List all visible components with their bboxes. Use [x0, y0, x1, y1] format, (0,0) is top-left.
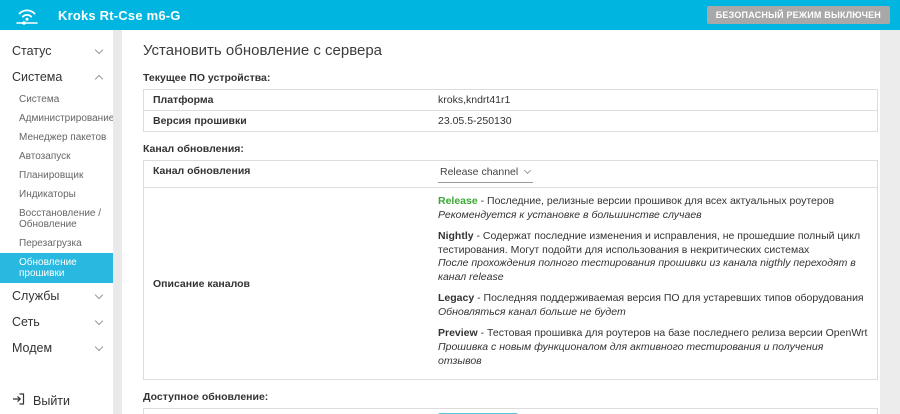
channel-desc-release: Release - Последние, релизные версии про… [438, 195, 868, 223]
channel-desc-legacy: Legacy - Последняя поддерживаемая версия… [438, 292, 868, 320]
channel-descriptions: Release - Последние, релизные версии про… [429, 188, 877, 379]
sidebar-section-status[interactable]: Статус [0, 38, 113, 64]
row-label: Платформа [144, 90, 429, 110]
channel-row-label: Канал обновления [144, 161, 429, 187]
sidebar-item-autostart[interactable]: Автозапуск [0, 147, 113, 166]
channel-name: Nightly [438, 230, 474, 242]
table-row-download: Загрузить ЗАГРУЗИТЬ [144, 409, 877, 414]
chevron-down-icon [95, 290, 103, 298]
channel-note: Рекомендуется к установке в большинстве … [438, 209, 702, 221]
sidebar-section-label: Система [12, 70, 62, 84]
channel-select-value: Release channel [440, 166, 518, 178]
section-label-update-channel: Канал обновления: [143, 143, 878, 155]
sidebar-section-modem[interactable]: Модем [0, 335, 113, 361]
sidebar-section-label: Службы [12, 289, 59, 303]
page-title: Установить обновление с сервера [143, 42, 878, 59]
sidebar-item-recovery-update[interactable]: Восстановление / Обновление [0, 204, 113, 234]
channel-name: Preview [438, 327, 478, 339]
kroks-antenna-logo-icon [12, 4, 42, 26]
logout-label: Выйти [33, 394, 70, 408]
chevron-down-icon [95, 45, 103, 53]
available-update-table: Загрузить ЗАГРУЗИТЬ [143, 408, 878, 414]
section-label-current-firmware: Текущее ПО устройства: [143, 72, 878, 84]
channel-name: Release [438, 195, 478, 207]
sidebar-item-administration[interactable]: Администрирование [0, 109, 113, 128]
chevron-up-icon [95, 74, 103, 82]
sidebar-section-label: Модем [12, 341, 52, 355]
row-value: kroks,kndrt41r1 [429, 90, 877, 110]
sidebar-section-label: Статус [12, 44, 52, 58]
row-value: 23.05.5-250130 [429, 111, 877, 131]
channel-note: Прошивка с новым функционалом для активн… [438, 341, 823, 367]
table-row: Платформаkroks,kndrt41r1 [144, 90, 877, 111]
sidebar-item-system[interactable]: Система [0, 90, 113, 109]
channel-select[interactable]: Release channel [438, 165, 533, 183]
sidebar-section-services[interactable]: Службы [0, 283, 113, 309]
table-row-channel-select: Канал обновления Release channel [144, 161, 877, 188]
sidebar-section-label: Сеть [12, 315, 40, 329]
row-label: Версия прошивки [144, 111, 429, 131]
logout-button[interactable]: Выйти [0, 387, 113, 414]
page-body: СтатусСистемаСистемаАдминистрированиеМен… [0, 30, 900, 414]
channel-desc-label: Описание каналов [144, 188, 429, 379]
sidebar-item-firmware-update[interactable]: Обновление прошивки [0, 253, 113, 283]
logout-icon [12, 393, 25, 408]
sidebar-item-package-manager[interactable]: Менеджер пакетов [0, 128, 113, 147]
channel-desc-preview: Preview - Тестовая прошивка для роутеров… [438, 327, 868, 369]
sidebar-section-system[interactable]: Система [0, 64, 113, 90]
page-gutter [880, 30, 900, 414]
table-row: Версия прошивки23.05.5-250130 [144, 111, 877, 131]
channel-select-cell: Release channel [429, 161, 877, 187]
current-firmware-table: Платформаkroks,kndrt41r1Версия прошивки2… [143, 89, 878, 132]
sidebar-nav: СтатусСистемаСистемаАдминистрированиеМен… [0, 30, 113, 414]
section-label-available-update: Доступное обновление: [143, 391, 878, 403]
sidebar-scrollbar-track [113, 30, 122, 414]
channel-note: После прохождения полного тестирования п… [438, 257, 856, 283]
channel-note: Обновляться канал больше не будет [438, 306, 626, 318]
chevron-down-icon [95, 342, 103, 350]
app-header: Kroks Rt-Cse m6-G БЕЗОПАСНЫЙ РЕЖИМ ВЫКЛЮ… [0, 0, 900, 30]
main-content: Установить обновление с сервера Текущее … [122, 30, 880, 414]
download-cell: ЗАГРУЗИТЬ [429, 409, 877, 414]
safe-mode-badge: БЕЗОПАСНЫЙ РЕЖИМ ВЫКЛЮЧЕН [707, 6, 890, 24]
channel-desc-nightly: Nightly - Содержат последние изменения и… [438, 230, 868, 285]
device-title: Kroks Rt-Cse m6-G [58, 8, 181, 23]
update-channel-table: Канал обновления Release channel Описани… [143, 160, 878, 380]
chevron-down-icon [524, 167, 531, 174]
sidebar-item-indicators[interactable]: Индикаторы [0, 185, 113, 204]
sidebar-item-scheduler[interactable]: Планировщик [0, 166, 113, 185]
table-row-channel-descriptions: Описание каналов Release - Последние, ре… [144, 188, 877, 379]
channel-name: Legacy [438, 292, 474, 304]
chevron-down-icon [95, 316, 103, 324]
sidebar-item-reboot[interactable]: Перезагрузка [0, 234, 113, 253]
download-row-label: Загрузить [144, 409, 429, 414]
sidebar-section-network[interactable]: Сеть [0, 309, 113, 335]
